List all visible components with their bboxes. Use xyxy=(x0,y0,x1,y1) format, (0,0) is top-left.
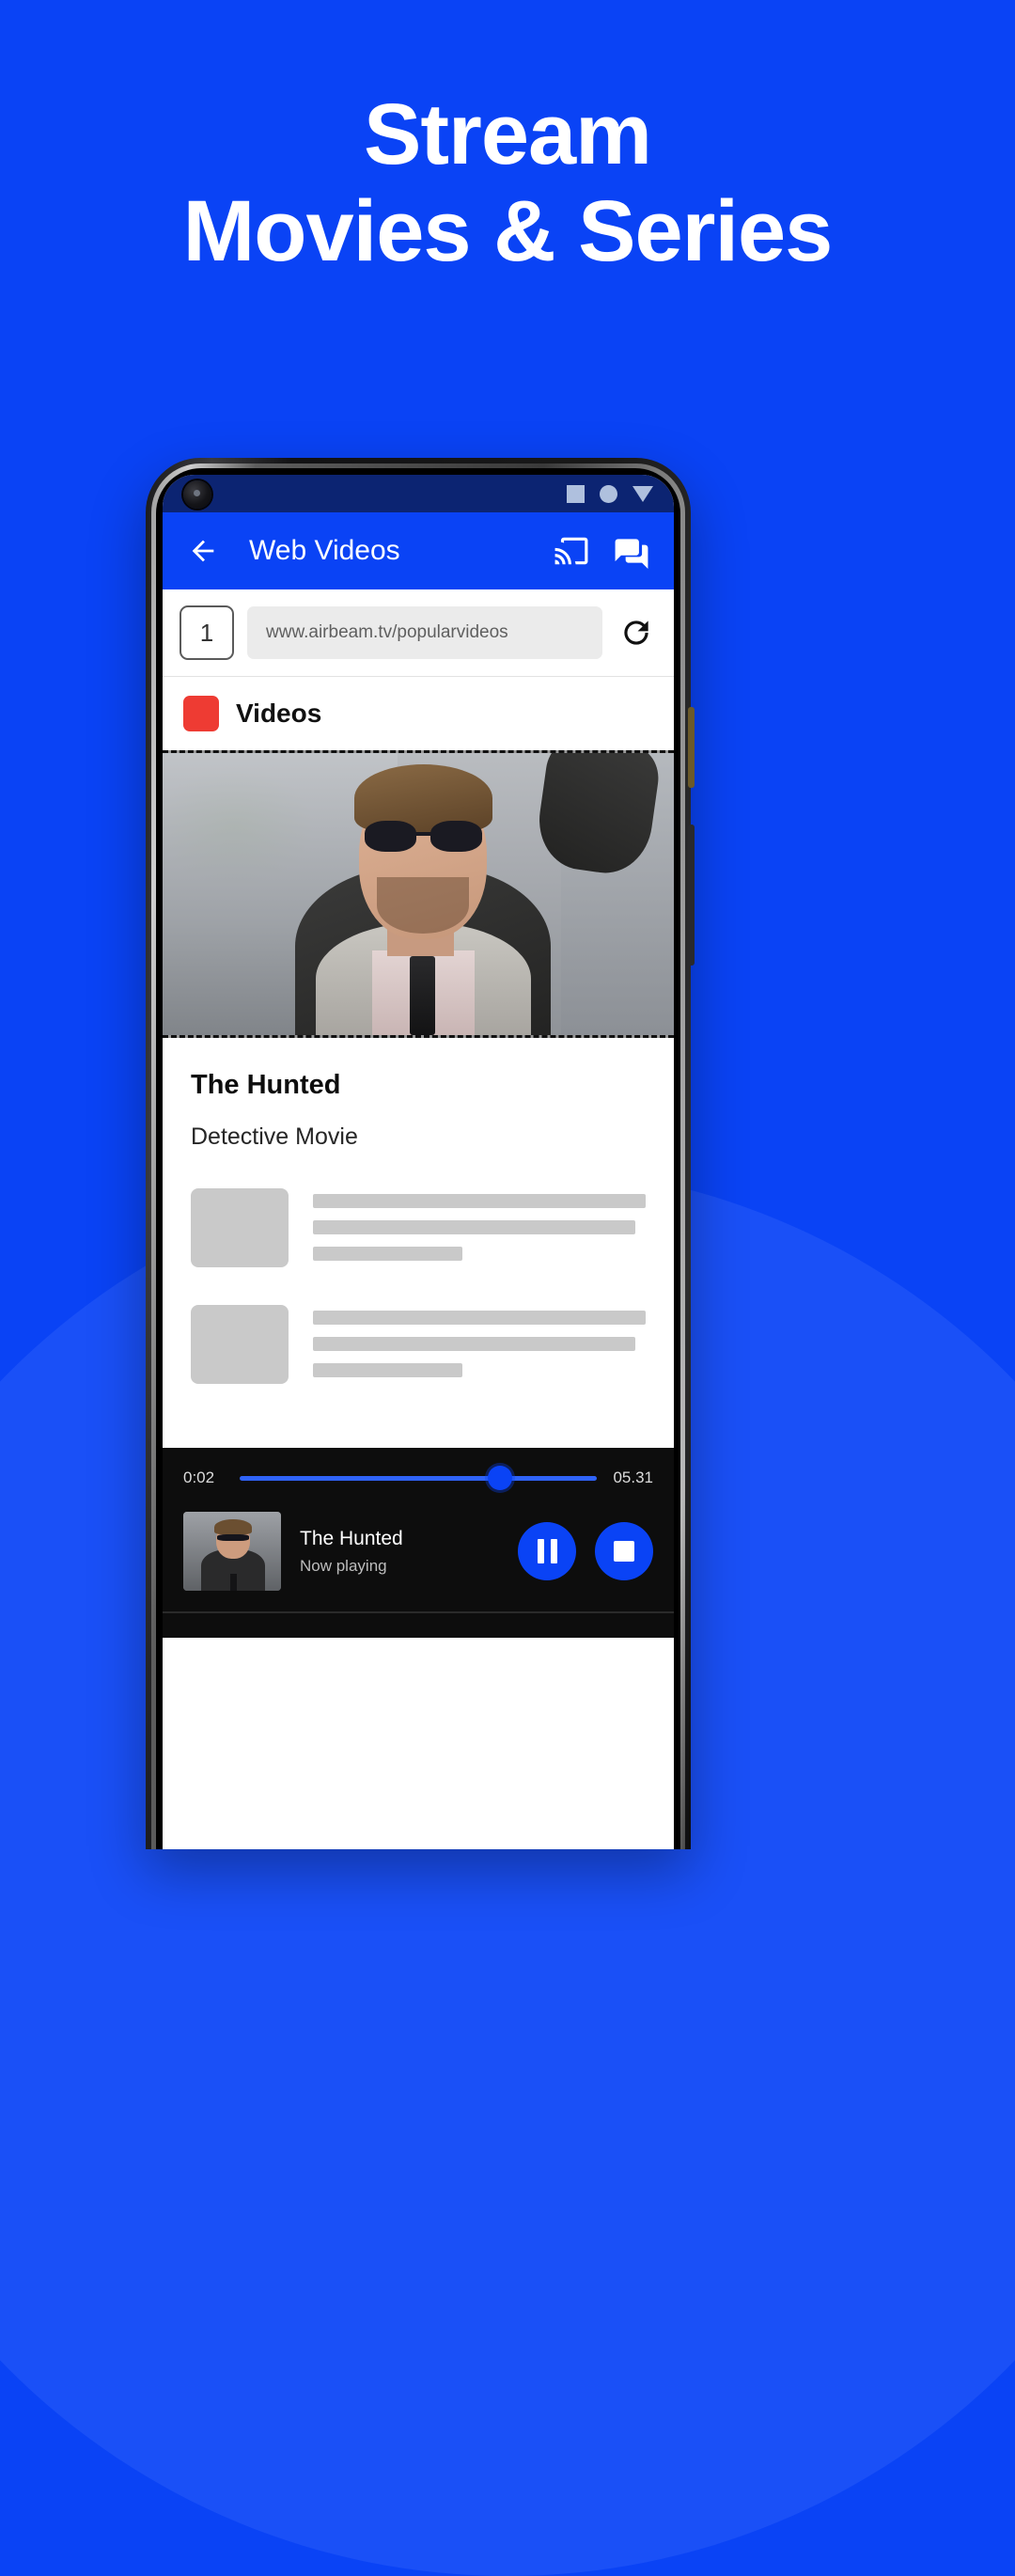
headline-line-2: Movies & Series xyxy=(182,183,834,280)
player-bottom-strip xyxy=(163,1611,674,1638)
video-poster[interactable] xyxy=(163,750,674,1038)
phone-mockup: Web Videos 1 www.airbeam.tv/popularvideo… xyxy=(146,458,695,1849)
app-bar-title: Web Videos xyxy=(249,535,400,566)
seek-row: 0:02 05.31 xyxy=(163,1448,674,1504)
pause-button[interactable] xyxy=(518,1522,576,1580)
cast-icon[interactable] xyxy=(550,529,593,573)
tab-count-button[interactable]: 1 xyxy=(180,605,234,660)
seek-handle[interactable] xyxy=(488,1466,513,1490)
seek-slider[interactable] xyxy=(240,1466,597,1490)
promo-headline: Stream Movies & Series xyxy=(0,86,1015,280)
total-time: 05.31 xyxy=(613,1469,653,1486)
related-list xyxy=(163,1156,674,1448)
now-playing-title: The Hunted xyxy=(300,1527,403,1549)
red-square-icon xyxy=(183,696,219,731)
square-icon xyxy=(567,484,585,503)
videos-section-header: Videos xyxy=(163,677,674,750)
seek-track xyxy=(240,1475,597,1481)
video-info: The Hunted Detective Movie xyxy=(163,1038,674,1156)
now-playing-bar: The Hunted Now playing xyxy=(163,1504,674,1611)
list-item-thumbnail xyxy=(191,1188,289,1267)
list-item[interactable] xyxy=(191,1305,646,1390)
url-input[interactable]: www.airbeam.tv/popularvideos xyxy=(247,606,602,659)
list-item-lines xyxy=(313,1305,646,1390)
status-bar xyxy=(163,475,674,512)
poster-tie xyxy=(410,956,436,1035)
list-item-thumbnail xyxy=(191,1305,289,1384)
arrow-left-icon[interactable] xyxy=(183,531,223,571)
stop-icon xyxy=(614,1541,634,1562)
app-bar: Web Videos xyxy=(163,512,674,589)
poster-sunglasses xyxy=(364,821,482,852)
pause-icon xyxy=(537,1539,557,1563)
chat-bubble-icon[interactable] xyxy=(610,529,653,573)
now-playing-meta: The Hunted Now playing xyxy=(300,1528,499,1576)
power-button[interactable] xyxy=(688,825,695,966)
video-subtitle: Detective Movie xyxy=(191,1123,358,1150)
reload-icon[interactable] xyxy=(616,615,657,651)
now-playing-status: Now playing xyxy=(300,1556,387,1575)
list-item-lines xyxy=(313,1188,646,1273)
poster-beard xyxy=(377,877,470,934)
stop-button[interactable] xyxy=(595,1522,653,1580)
phone-screen: Web Videos 1 www.airbeam.tv/popularvideo… xyxy=(163,475,674,1849)
volume-button[interactable] xyxy=(688,707,695,788)
headline-line-1: Stream xyxy=(364,86,652,182)
media-player-bar: 0:02 05.31 The Hunted Now playing xyxy=(163,1448,674,1638)
list-item[interactable] xyxy=(191,1188,646,1273)
circle-icon xyxy=(600,484,617,503)
current-time: 0:02 xyxy=(183,1469,215,1486)
videos-section-label: Videos xyxy=(236,699,322,728)
video-title: The Hunted xyxy=(191,1070,341,1100)
now-playing-artwork xyxy=(183,1512,281,1591)
triangle-down-icon xyxy=(632,485,653,502)
front-camera-icon xyxy=(183,480,211,509)
browser-url-bar: 1 www.airbeam.tv/popularvideos xyxy=(163,589,674,677)
